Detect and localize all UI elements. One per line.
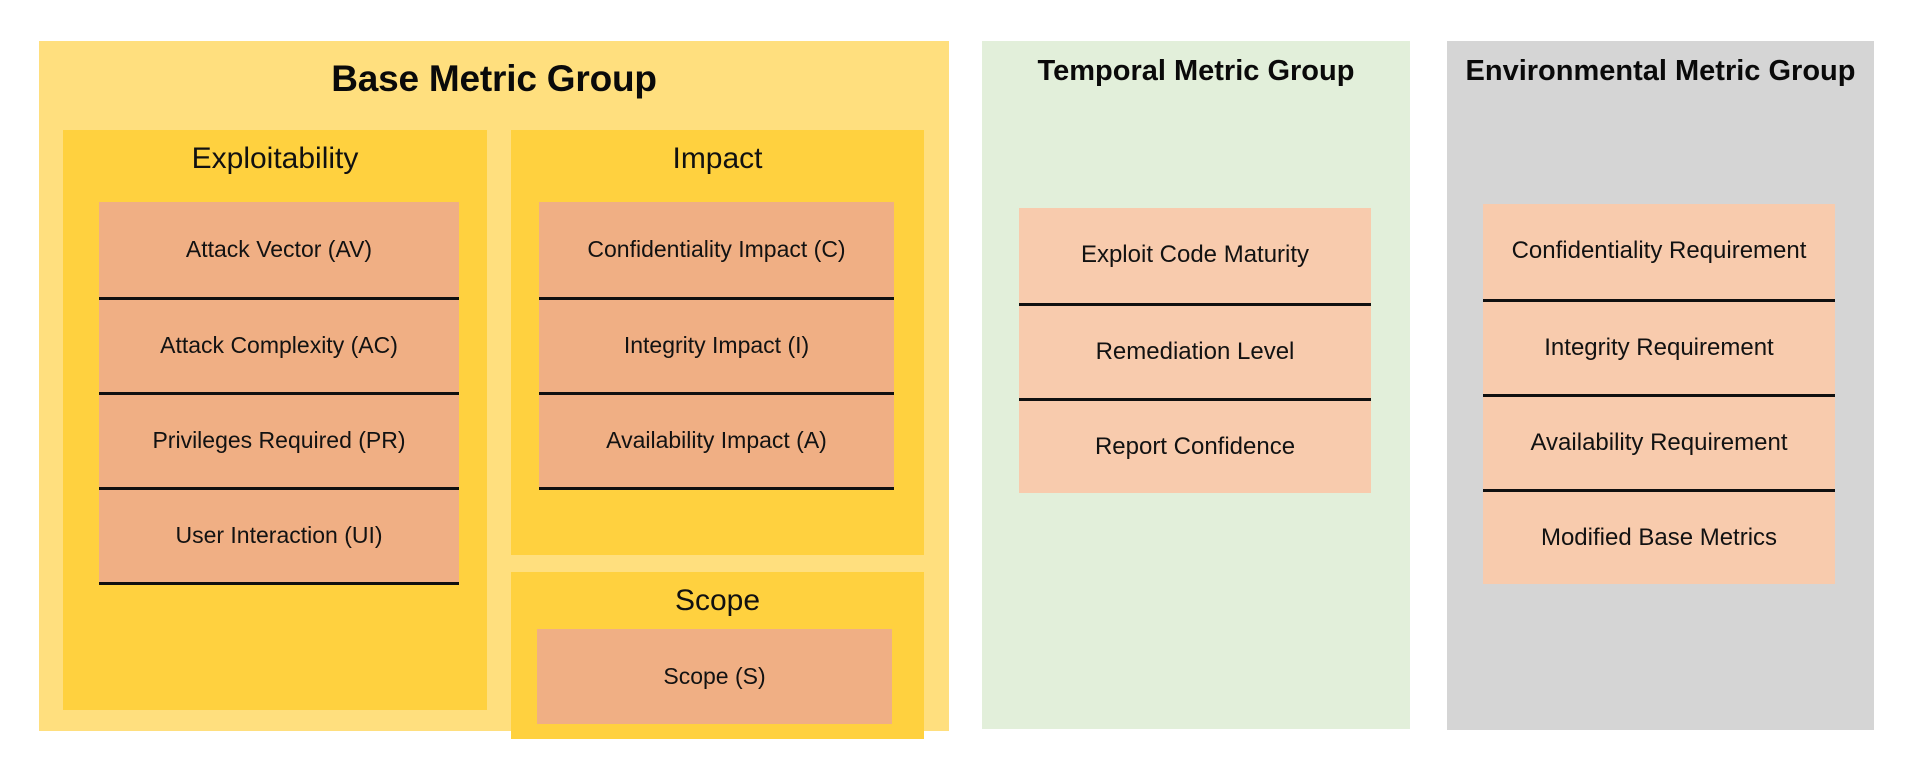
metric-item-report-confidence: Report Confidence xyxy=(1019,398,1371,493)
scope-subpanel: Scope Scope (S) xyxy=(511,572,924,739)
metric-item-availability-impact: Availability Impact (A) xyxy=(539,392,894,487)
metric-item-attack-vector: Attack Vector (AV) xyxy=(99,202,459,297)
temporal-metric-group-panel: Temporal Metric Group Exploit Code Matur… xyxy=(982,41,1410,729)
metric-item-remediation-level: Remediation Level xyxy=(1019,303,1371,398)
base-metric-group-panel: Base Metric Group Exploitability Attack … xyxy=(39,41,949,739)
diagram-canvas: Base Metric Group Exploitability Attack … xyxy=(0,0,1920,781)
metric-item-modified-base-metrics: Modified Base Metrics xyxy=(1483,489,1835,584)
metric-item-integrity-impact: Integrity Impact (I) xyxy=(539,297,894,392)
impact-subpanel: Impact Confidentiality Impact (C) Integr… xyxy=(511,130,924,555)
exploitability-subpanel: Exploitability Attack Vector (AV) Attack… xyxy=(63,130,487,710)
exploitability-item-list: Attack Vector (AV) Attack Complexity (AC… xyxy=(99,202,459,585)
temporal-item-list: Exploit Code Maturity Remediation Level … xyxy=(1019,208,1371,493)
environmental-metric-group-panel: Environmental Metric Group Confidentiali… xyxy=(1447,41,1874,730)
environmental-metric-group-title: Environmental Metric Group xyxy=(1465,55,1856,87)
metric-item-confidentiality-impact: Confidentiality Impact (C) xyxy=(539,202,894,297)
metric-item-privileges-required: Privileges Required (PR) xyxy=(99,392,459,487)
temporal-metric-group-title: Temporal Metric Group xyxy=(1037,55,1355,87)
metric-item-user-interaction: User Interaction (UI) xyxy=(99,487,459,582)
exploitability-title: Exploitability xyxy=(191,142,359,175)
metric-item-integrity-requirement: Integrity Requirement xyxy=(1483,299,1835,394)
environmental-item-list: Confidentiality Requirement Integrity Re… xyxy=(1483,204,1835,584)
scope-item-list: Scope (S) xyxy=(537,629,892,724)
metric-item-exploit-code-maturity: Exploit Code Maturity xyxy=(1019,208,1371,303)
metric-item-scope: Scope (S) xyxy=(537,629,892,724)
impact-item-list: Confidentiality Impact (C) Integrity Imp… xyxy=(539,202,894,490)
metric-item-availability-requirement: Availability Requirement xyxy=(1483,394,1835,489)
metric-item-attack-complexity: Attack Complexity (AC) xyxy=(99,297,459,392)
base-metric-group-title: Base Metric Group xyxy=(331,58,657,99)
impact-title: Impact xyxy=(672,142,763,175)
scope-title: Scope xyxy=(674,584,761,617)
metric-item-confidentiality-requirement: Confidentiality Requirement xyxy=(1483,204,1835,299)
